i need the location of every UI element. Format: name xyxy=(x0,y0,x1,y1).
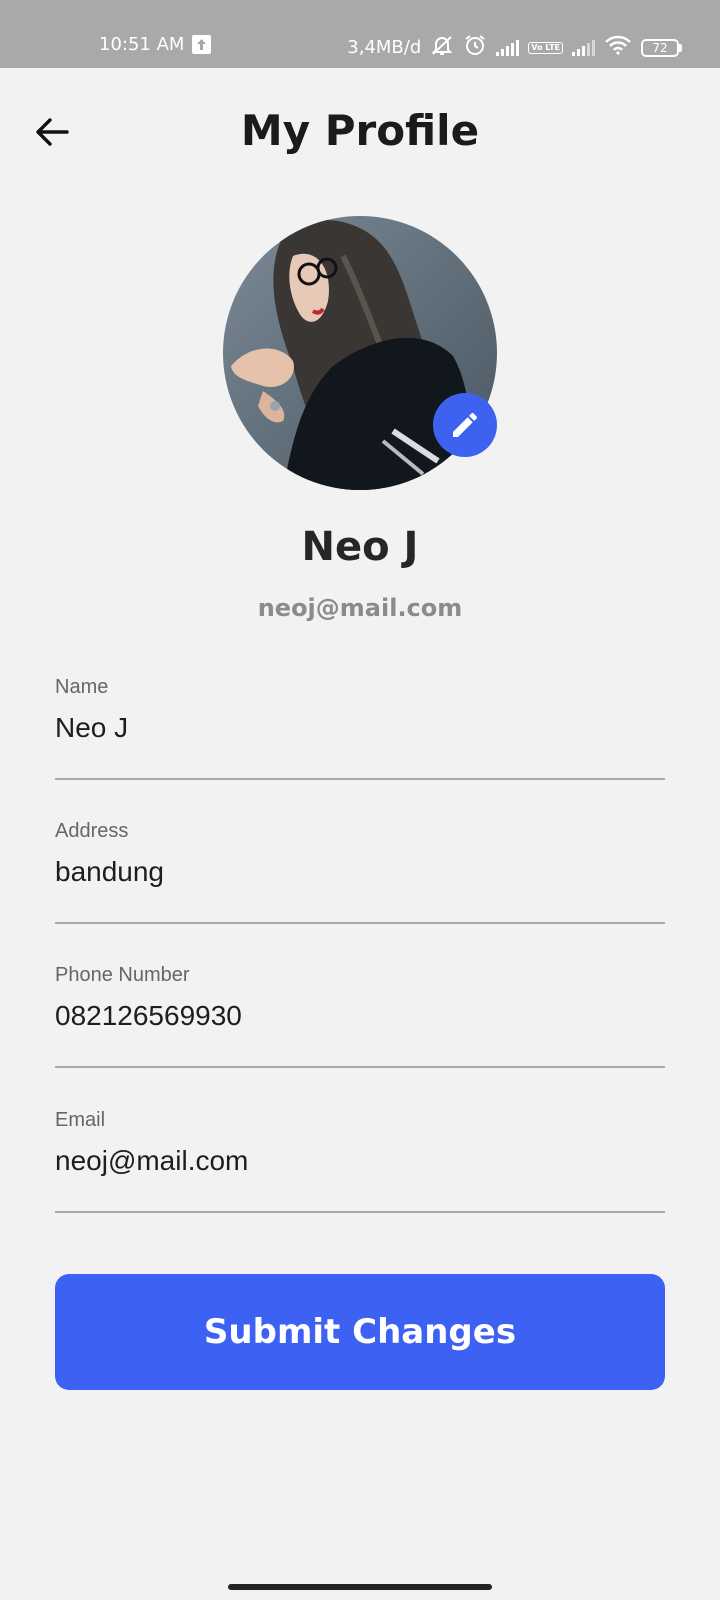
email-field-label: Email xyxy=(55,1109,106,1131)
status-bar: 10:51 AM 3,4MB/d Vo LTE 72 xyxy=(0,0,720,68)
phone-field: Phone Number xyxy=(55,964,665,1068)
address-field-label: Address xyxy=(55,820,129,842)
status-time: 10:51 AM xyxy=(99,34,185,55)
alarm-icon xyxy=(463,34,487,61)
pencil-icon xyxy=(453,412,478,437)
address-input[interactable] xyxy=(55,852,665,892)
battery-icon: 72 xyxy=(641,38,682,57)
wifi-icon xyxy=(604,35,632,60)
volte-icon: Vo LTE xyxy=(528,41,563,54)
submit-changes-button[interactable]: Submit Changes xyxy=(55,1274,665,1390)
name-field: Name xyxy=(55,676,665,780)
network-speed: 3,4MB/d xyxy=(347,37,422,58)
email-field: Email xyxy=(55,1109,665,1213)
name-input[interactable] xyxy=(55,708,665,748)
address-field: Address xyxy=(55,820,665,924)
page-title: My Profile xyxy=(240,106,480,155)
name-field-label: Name xyxy=(55,676,109,698)
mute-icon xyxy=(430,34,454,61)
phone-input[interactable] xyxy=(55,996,665,1036)
signal-icon xyxy=(572,39,595,56)
battery-level: 72 xyxy=(641,38,679,57)
status-left: 10:51 AM xyxy=(99,34,212,55)
status-right: 3,4MB/d Vo LTE 72 xyxy=(347,34,682,61)
home-indicator[interactable] xyxy=(228,1584,492,1590)
profile-name: Neo J xyxy=(301,524,419,570)
edit-avatar-button[interactable] xyxy=(433,393,497,457)
signal-icon xyxy=(496,39,520,56)
profile-email: neoj@mail.com xyxy=(257,594,463,622)
upload-icon xyxy=(192,35,212,54)
email-input[interactable] xyxy=(55,1141,665,1181)
phone-field-label: Phone Number xyxy=(55,964,190,986)
